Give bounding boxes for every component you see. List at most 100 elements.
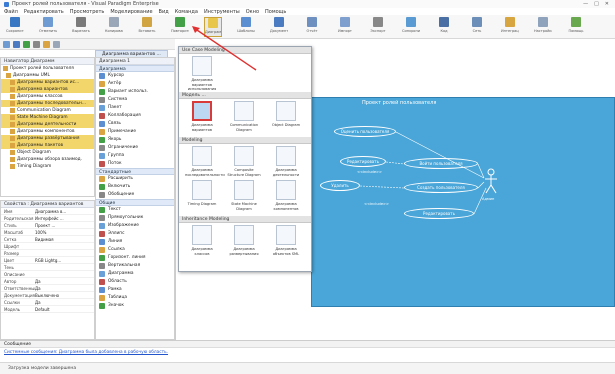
diagram-type-option[interactable]: Communication Diagram [227, 101, 261, 132]
toolbar-button[interactable]: Отменить [39, 17, 57, 37]
menu-item[interactable]: Вид [159, 9, 169, 15]
diagram-type-option[interactable]: Диаграмма классов [185, 225, 219, 256]
palette-tool[interactable]: Актёр [96, 80, 174, 88]
toolbar-button[interactable]: Копировать [105, 17, 123, 37]
tree-item[interactable]: Communication Diagram [1, 107, 94, 114]
toolbar-button[interactable]: Синхронизация [402, 17, 420, 37]
diagram-type-option[interactable]: Composite Structure Diagram [227, 146, 261, 177]
palette-tool[interactable]: Включить [96, 183, 174, 191]
tree-item[interactable]: Диаграммы деятельности [1, 121, 94, 128]
menu-item[interactable]: Помощь [265, 9, 286, 15]
property-value[interactable]: Проект ... [35, 222, 94, 228]
palette-tool[interactable]: Курсор [96, 72, 174, 80]
tree-item[interactable]: Диаграммы обзора взаимод. [1, 156, 94, 163]
toolbar-button[interactable]: Экспорт [369, 17, 387, 37]
tree-item[interactable]: Диаграммы компонентов [1, 128, 94, 135]
tree-item[interactable]: Диаграммы последовательн... [1, 100, 94, 107]
property-value[interactable]: Default [35, 306, 94, 312]
palette-section-header[interactable]: Общие [96, 199, 174, 206]
palette-tool[interactable]: Поток [96, 160, 174, 168]
tree-item[interactable]: Timing Diagram [1, 163, 94, 170]
tree-item[interactable]: Диаграммы вариантов ис... [1, 79, 94, 86]
property-row[interactable]: Автор Да [1, 278, 94, 285]
property-value[interactable] [35, 250, 94, 256]
diagram-type-option[interactable]: Диаграмма развертывания [227, 225, 261, 256]
property-value[interactable] [35, 271, 94, 277]
tree-item[interactable]: Object Diagram [1, 149, 94, 156]
toolbar-button[interactable]: Вырезать [72, 17, 90, 37]
menu-item[interactable]: Просмотреть [70, 9, 105, 15]
diagram-type-option[interactable]: State Machine Diagram [227, 180, 261, 211]
tree-item[interactable]: Проект ролей пользователя [1, 65, 94, 72]
palette-tool[interactable]: Линия [96, 238, 174, 246]
palette-tool[interactable]: Обобщение [96, 191, 174, 199]
toolbar-button[interactable]: Повторить [171, 17, 189, 37]
property-row[interactable]: Ответственный Да [1, 285, 94, 292]
filter-icon[interactable] [33, 40, 40, 48]
property-row[interactable]: Имя Диаграмма в... [1, 208, 94, 215]
menu-item[interactable]: Редактировать [24, 9, 64, 15]
palette-tool[interactable]: Якорь [96, 136, 174, 144]
palette-tool[interactable]: Коллаборация [96, 112, 174, 120]
palette-tool[interactable]: Система [96, 96, 174, 104]
toolbar-button[interactable]: Импорт [336, 17, 354, 37]
palette-tool[interactable]: Расширить [96, 175, 174, 183]
diagram-type-option[interactable]: Диаграмма вариантов [185, 101, 219, 132]
toolbar-button[interactable]: Сеть [468, 17, 486, 37]
property-value[interactable]: 100% [35, 229, 94, 235]
property-value[interactable]: Диаграмма в... [35, 208, 94, 214]
folder-icon[interactable] [43, 40, 50, 48]
palette-tool[interactable]: Значок [96, 302, 174, 310]
palette-tool[interactable]: Вертикальная [96, 262, 174, 270]
minimize-button[interactable]: — [583, 1, 588, 7]
tree-item[interactable]: Диаграммы UML [1, 72, 94, 79]
palette-tool[interactable]: Область [96, 278, 174, 286]
palette-tool[interactable]: Эллипс [96, 230, 174, 238]
property-row[interactable]: Родительская Интерфейс ... [1, 215, 94, 222]
palette-tool[interactable]: Рамка [96, 286, 174, 294]
tab-use-case-diagram[interactable]: Диаграмма вариантов ... [95, 50, 168, 57]
diagram-type-option[interactable]: Диаграмма компонентов [269, 180, 303, 211]
palette-tool[interactable]: Горизонт. линия [96, 254, 174, 262]
property-value[interactable] [35, 264, 94, 270]
toolbar-button[interactable]: Сохранить [6, 17, 24, 37]
maximize-button[interactable]: □ [594, 1, 599, 7]
close-button[interactable]: ✕ [605, 1, 609, 7]
palette-tool[interactable]: Вариант использ. [96, 88, 174, 96]
property-row[interactable]: Цвет RGB Lightg... [1, 257, 94, 264]
palette-tool[interactable]: Связь [96, 120, 174, 128]
diagram-type-option[interactable]: Object Diagram [269, 101, 303, 128]
property-row[interactable]: Тень [1, 264, 94, 271]
toolbar-button[interactable]: Отчёт [303, 17, 321, 37]
property-row[interactable]: Модель Default [1, 306, 94, 313]
palette-section-header[interactable]: Стандартные [96, 168, 174, 175]
property-value[interactable]: Видимая [35, 236, 94, 242]
property-value[interactable]: Интерфейс ... [35, 215, 94, 221]
palette-tool[interactable]: Ограничение [96, 144, 174, 152]
property-value[interactable]: Да [35, 285, 94, 291]
palette-tool[interactable]: Примечание [96, 128, 174, 136]
refresh-icon[interactable] [23, 40, 30, 48]
tree-item[interactable]: Диаграммы классов [1, 93, 94, 100]
menu-item[interactable]: Инструменты [204, 9, 240, 15]
palette-tool[interactable]: Пакет [96, 104, 174, 112]
diagram-type-option[interactable]: Диаграмма объектов SML [269, 225, 303, 256]
toolbar-button[interactable]: Настройки [534, 17, 552, 37]
new-icon[interactable] [3, 40, 10, 48]
menu-item[interactable]: Команда [175, 9, 198, 15]
palette-tool[interactable]: Ссылка [96, 246, 174, 254]
menu-item[interactable]: Моделирование [110, 9, 152, 15]
tree-item[interactable]: Диаграммы пакетов [1, 142, 94, 149]
property-row[interactable]: Ссылки Да [1, 299, 94, 306]
toolbar-button[interactable]: Документ [270, 17, 288, 37]
menu-item[interactable]: Окно [246, 9, 259, 15]
palette-tool[interactable]: Группа [96, 152, 174, 160]
open-icon[interactable] [13, 40, 20, 48]
property-value[interactable]: Да [35, 278, 94, 284]
property-row[interactable]: Размер [1, 250, 94, 257]
property-row[interactable]: Документация Выключено [1, 292, 94, 299]
toolbar-button[interactable]: Помощь [567, 17, 585, 37]
palette-tool[interactable]: Диаграмма [96, 270, 174, 278]
palette-tool[interactable]: Изображение [96, 222, 174, 230]
toolbar-button[interactable]: Код [435, 17, 453, 37]
